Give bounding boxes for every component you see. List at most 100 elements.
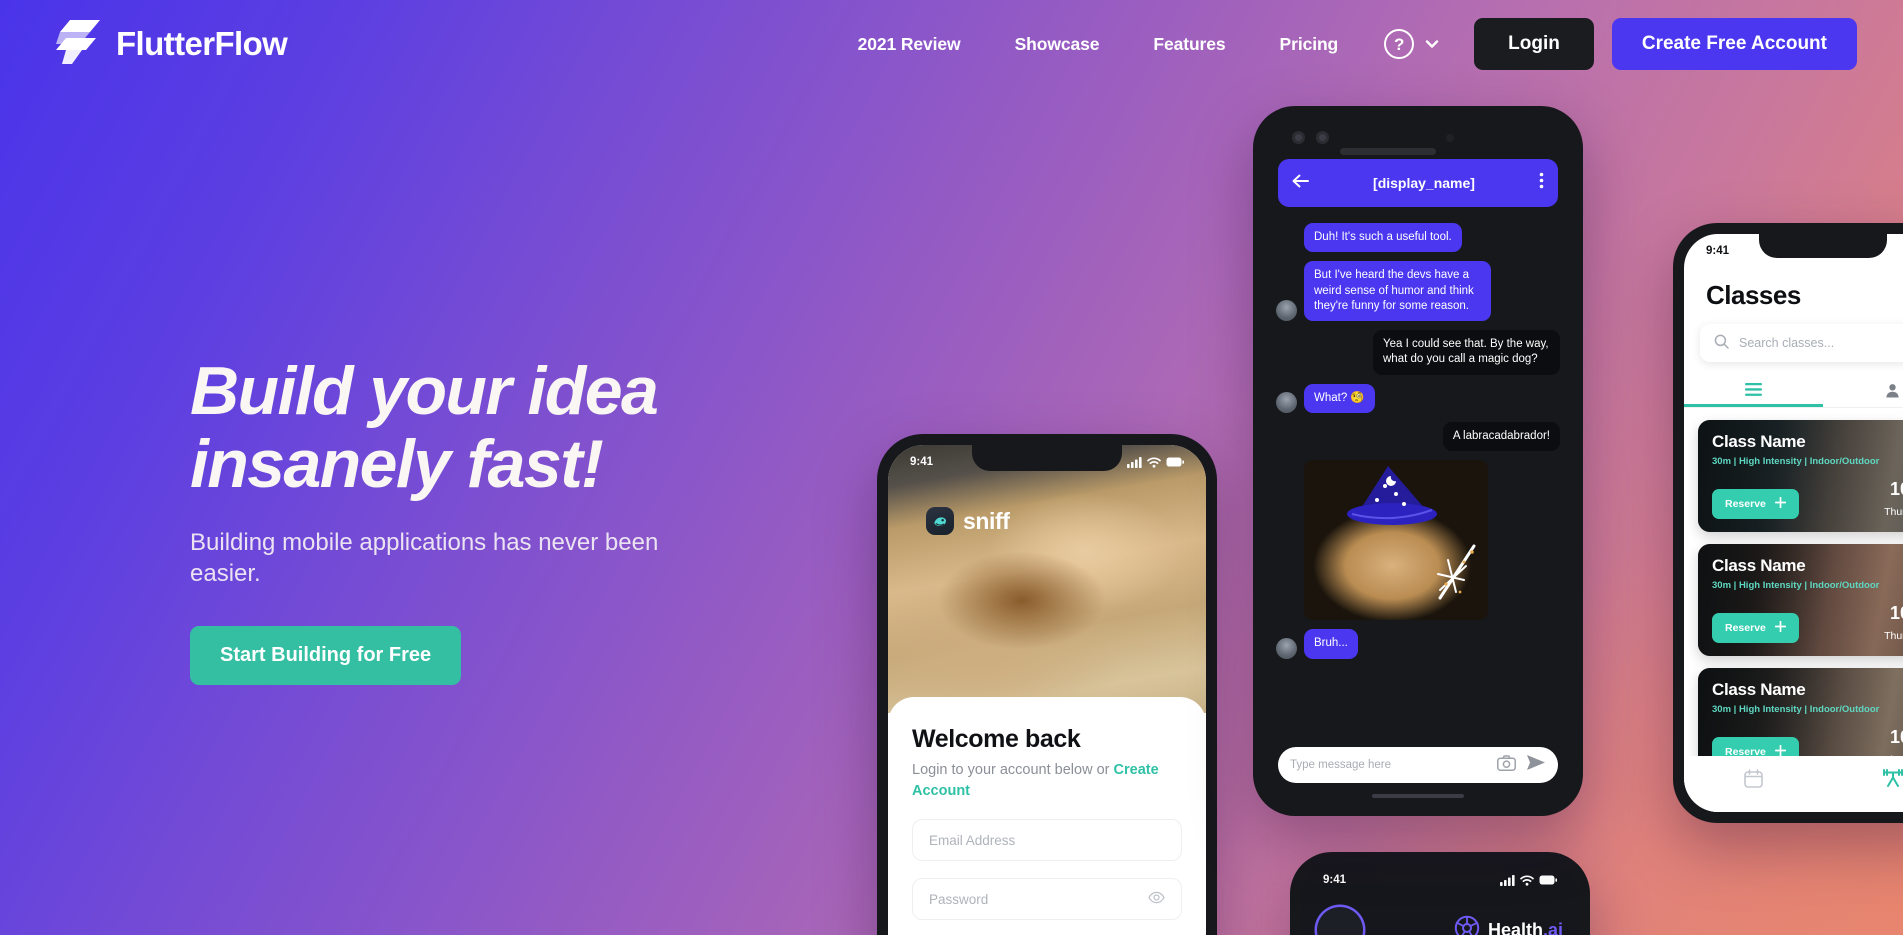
health-atom-icon [1454, 915, 1480, 935]
dog-photo [888, 445, 1206, 713]
class-name: Class Name [1712, 432, 1806, 451]
tab-trainers[interactable] [1823, 374, 1903, 407]
class-card[interactable]: Class Name 30m | High Intensity | Indoor… [1698, 668, 1903, 756]
nav-link-features[interactable]: Features [1153, 34, 1225, 55]
chat-row [1276, 460, 1560, 621]
health-brand-name: Health [1487, 919, 1543, 935]
list-icon [1745, 382, 1762, 396]
nav-link-2021-review[interactable]: 2021 Review [858, 34, 961, 55]
classes-bottom-nav [1684, 756, 1903, 812]
eye-icon[interactable] [1148, 891, 1165, 907]
classes-tabs [1684, 374, 1903, 408]
chat-bubble-outgoing: A labracadabrador! [1442, 421, 1560, 452]
search-input-placeholder: Search classes... [1739, 336, 1835, 350]
chat-bubble-incoming: Bruh... [1304, 629, 1358, 659]
login-card: Welcome back Login to your account below… [888, 697, 1206, 935]
create-free-account-button[interactable]: Create Free Account [1611, 18, 1857, 70]
camera-icon[interactable] [1497, 754, 1516, 776]
reserve-button[interactable]: Reserve [1712, 613, 1799, 643]
chat-app-bar: [display_name] [1278, 159, 1558, 207]
hero-copy: Build your idea insanely fast! Building … [190, 355, 810, 686]
status-bar: 9:41 [888, 445, 1206, 479]
magic-dog-gif[interactable] [1304, 460, 1488, 621]
classes-app-screen: 9:41 Classes Search classes... Class Nam… [1684, 234, 1903, 812]
message-input-placeholder[interactable]: Type message here [1290, 759, 1487, 771]
nav-link-showcase[interactable]: Showcase [1015, 34, 1100, 55]
status-time: 9:41 [1323, 874, 1347, 886]
more-vertical-icon[interactable] [1539, 172, 1544, 194]
health-brand-suffix: .ai [1542, 919, 1563, 935]
sniff-app-logo: sniff [926, 507, 1010, 535]
bottom-nav-workouts[interactable] [1823, 768, 1903, 788]
plus-icon [1774, 496, 1787, 511]
chat-bubble-incoming: But I've heard the devs have a weird sen… [1304, 261, 1491, 322]
chat-bubble-incoming: Duh! It's such a useful tool. [1304, 223, 1462, 253]
email-field[interactable]: Email Address [912, 819, 1182, 862]
battery-icon [1539, 875, 1557, 885]
login-heading: Welcome back [912, 725, 1081, 753]
sniff-app-screen: 9:41 sniff Welcome back Login to your ac… [888, 445, 1206, 935]
signal-icon [1127, 456, 1142, 468]
help-menu[interactable]: ? [1384, 29, 1440, 59]
phone-sensors [1264, 131, 1572, 155]
question-circle-icon[interactable]: ? [1384, 29, 1415, 59]
earpiece-speaker [1340, 148, 1436, 155]
class-time: 10:00 [1889, 603, 1903, 623]
dog-nose-icon [926, 507, 954, 535]
health-app-screen: 9:41 Health.ai [1301, 863, 1579, 935]
calendar-icon [1744, 768, 1763, 788]
class-card[interactable]: Class Name 30m | High Intensity | Indoor… [1698, 420, 1903, 532]
login-button[interactable]: Login [1474, 18, 1594, 70]
chat-title: [display_name] [1373, 175, 1475, 191]
login-subtext-prefix: Login to your account below or [912, 762, 1114, 778]
chat-bubble-incoming: What? 🧐 [1304, 383, 1375, 413]
class-time: 10:00 [1889, 479, 1903, 499]
page-title: Build your idea insanely fast! [190, 355, 810, 501]
classes-card-list: Class Name 30m | High Intensity | Indoor… [1684, 412, 1903, 756]
arrow-left-icon[interactable] [1292, 174, 1309, 193]
nav-link-pricing[interactable]: Pricing [1280, 34, 1339, 55]
status-time: 9:41 [1706, 245, 1730, 257]
nav-links: 2021 Review Showcase Features Pricing [858, 34, 1339, 55]
password-field[interactable]: Password [912, 878, 1182, 921]
class-card[interactable]: Class Name 30m | High Intensity | Indoor… [1698, 544, 1903, 656]
classes-page-title: Classes [1706, 280, 1801, 310]
chat-composer[interactable]: Type message here [1278, 747, 1558, 783]
avatar [1276, 300, 1297, 322]
chat-row: A labracadabrador! [1276, 421, 1560, 452]
phone-mockup-classes: 9:41 Classes Search classes... Class Nam… [1673, 223, 1903, 823]
reserve-button[interactable]: Reserve [1712, 737, 1799, 756]
status-icons [1127, 456, 1184, 468]
status-bar: 9:41 [1684, 234, 1903, 268]
status-time: 9:41 [910, 456, 934, 468]
class-day: Thursday J [1884, 506, 1903, 518]
send-icon[interactable] [1526, 754, 1546, 776]
class-name: Class Name [1712, 556, 1806, 575]
reserve-button-label: Reserve [1725, 746, 1766, 756]
sniff-wordmark: sniff [963, 507, 1010, 534]
reserve-button[interactable]: Reserve [1712, 489, 1799, 519]
status-bar: 9:41 [1301, 863, 1579, 897]
search-input[interactable]: Search classes... [1700, 324, 1903, 362]
chat-row: Yea I could see that. By the way, what d… [1276, 330, 1560, 375]
brand-logo[interactable]: FlutterFlow [56, 18, 288, 70]
avatar [1276, 391, 1297, 413]
user-avatar[interactable] [1317, 907, 1363, 935]
flutterflow-logo-icon [56, 18, 102, 70]
class-time: 10:00 [1889, 727, 1903, 747]
phone-mockup-chat: [display_name] Duh! It's such a useful t… [1253, 106, 1583, 816]
hero-title-line-1: Build your idea [190, 353, 659, 429]
class-meta: 30m | High Intensity | Indoor/Outdoor [1712, 580, 1880, 591]
status-icons [1500, 874, 1557, 886]
bottom-nav-calendar[interactable] [1684, 768, 1823, 788]
top-navigation-bar: FlutterFlow 2021 Review Showcase Feature… [0, 0, 1903, 88]
signal-icon [1500, 874, 1515, 886]
hero-title-line-2: insanely fast! [190, 425, 604, 502]
email-field-placeholder: Email Address [929, 832, 1016, 848]
password-field-placeholder: Password [929, 891, 989, 907]
tab-class-list[interactable] [1684, 374, 1823, 407]
chevron-down-icon[interactable] [1424, 36, 1440, 52]
dumbbell-icon [1882, 769, 1903, 787]
start-building-button[interactable]: Start Building for Free [190, 626, 462, 686]
chat-app-screen: [display_name] Duh! It's such a useful t… [1264, 117, 1572, 805]
